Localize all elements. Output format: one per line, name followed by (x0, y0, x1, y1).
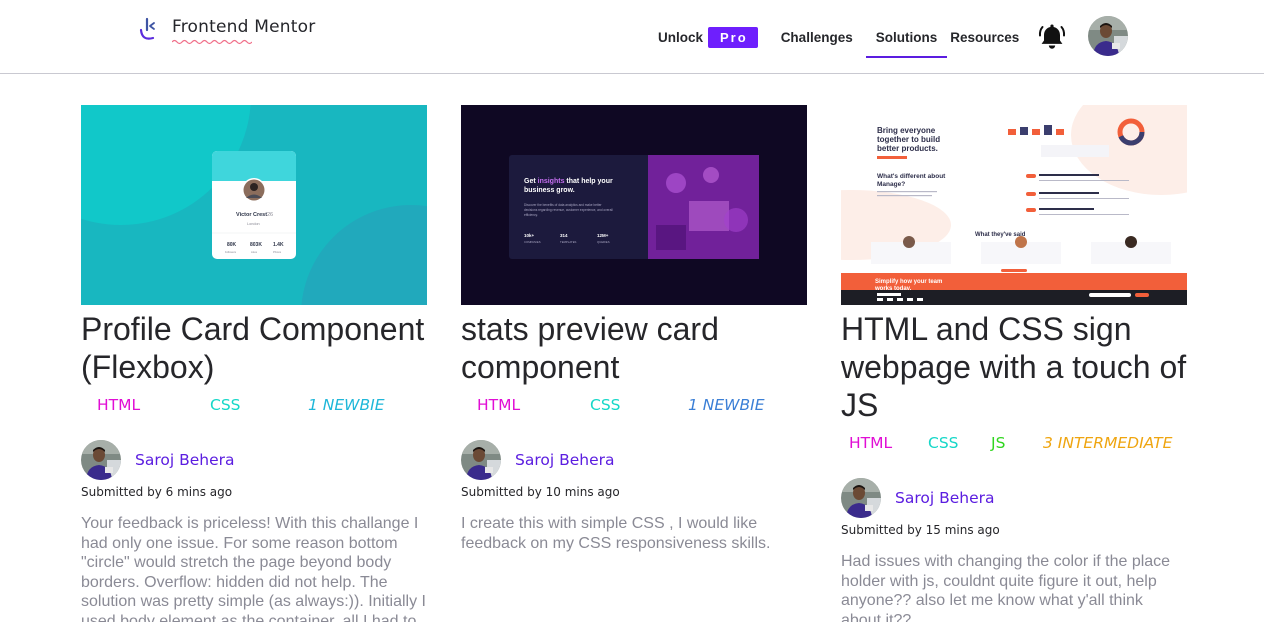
tag-html[interactable]: HTML (477, 396, 590, 414)
nav-solutions[interactable]: Solutions (865, 0, 948, 74)
svg-text:12M+: 12M+ (597, 233, 609, 238)
svg-text:Simplify how your team: Simplify how your team (875, 279, 942, 285)
nav-resources[interactable]: Resources (950, 0, 1019, 74)
difficulty-level-tag[interactable]: 3 INTERMEDIATE (1043, 434, 1172, 452)
tag-js[interactable]: JS (991, 434, 1043, 452)
svg-text:80K: 80K (227, 242, 237, 248)
solution-title[interactable]: HTML and CSS sign webpage with a touch o… (841, 310, 1187, 424)
frontend-mentor-logo[interactable]: Frontend Mentor (139, 15, 315, 45)
avatar-photo (841, 478, 881, 518)
solution-title[interactable]: Profile Card Component (Flexbox) (81, 310, 427, 386)
svg-text:together to build: together to build (877, 135, 940, 144)
tag-list: HTML CSS 1 NEWBIE (81, 386, 427, 424)
landing-page-preview: Bring everyone together to build better … (841, 105, 1187, 305)
author-row: Saroj Behera (81, 440, 427, 480)
pro-badge: Pro (708, 26, 758, 48)
svg-text:1.4K: 1.4K (273, 242, 284, 248)
svg-text:26: 26 (267, 212, 273, 218)
svg-text:business grow.: business grow. (524, 187, 575, 194)
difficulty-level-tag[interactable]: 1 NEWBIE (308, 396, 385, 414)
stats-card-preview: Get insights that help your business gro… (461, 105, 807, 305)
svg-text:Photos: Photos (273, 250, 282, 254)
tag-html[interactable]: HTML (849, 434, 928, 452)
svg-text:Likes: Likes (251, 250, 258, 254)
solution-title[interactable]: stats preview card component (461, 310, 807, 386)
author-avatar[interactable] (461, 440, 501, 480)
submitted-time: Submitted by 6 mins ago (81, 485, 233, 499)
bell-icon[interactable] (1037, 21, 1067, 51)
svg-text:better products.: better products. (877, 144, 938, 153)
avatar-photo (1088, 16, 1128, 56)
avatar-photo (81, 440, 121, 480)
author-row: Saroj Behera (841, 478, 1187, 518)
svg-text:decisions regarding revenue, c: decisions regarding revenue, customer ex… (524, 208, 613, 212)
solution-preview-image[interactable]: Victor Crest 26 London 80K 803K 1.4K Fol… (81, 105, 427, 305)
logo-icon (139, 17, 155, 40)
svg-text:Discover the benefits of data: Discover the benefits of data analytics … (524, 203, 603, 207)
svg-text:London: London (247, 222, 260, 226)
submitted-time: Submitted by 10 mins ago (461, 485, 620, 499)
user-avatar[interactable] (1088, 16, 1128, 56)
solution-description: Had issues with changing the color if th… (841, 553, 1171, 622)
svg-text:10k+: 10k+ (524, 233, 535, 238)
difficulty-level-tag[interactable]: 1 NEWBIE (688, 396, 765, 414)
svg-text:Bring everyone: Bring everyone (877, 126, 936, 135)
submitted-time: Submitted by 15 mins ago (841, 523, 1000, 537)
top-navigation-bar: Frontend Mentor Unlock Pro Challenges So… (0, 0, 1264, 74)
svg-text:803K: 803K (250, 242, 262, 248)
tag-list: HTML CSS 1 NEWBIE (461, 386, 807, 424)
tag-css[interactable]: CSS (590, 396, 688, 414)
author-avatar[interactable] (841, 478, 881, 518)
svg-text:Followers: Followers (225, 250, 237, 254)
svg-text:QUERIES: QUERIES (597, 240, 610, 244)
main-nav: Unlock Pro Challenges Solutions Resource… (648, 0, 1019, 74)
author-name-link[interactable]: Saroj Behera (895, 489, 995, 507)
logo-underline-decoration (172, 39, 252, 45)
svg-text:What's different about: What's different about (877, 173, 946, 180)
logo-text: Frontend Mentor (172, 17, 316, 37)
profile-card-preview: Victor Crest 26 London 80K 803K 1.4K Fol… (81, 105, 427, 305)
unlock-label: Unlock (658, 29, 704, 45)
author-avatar[interactable] (81, 440, 121, 480)
author-row: Saroj Behera (461, 440, 807, 480)
tag-css[interactable]: CSS (928, 434, 991, 452)
tag-css[interactable]: CSS (210, 396, 308, 414)
avatar-photo (461, 440, 501, 480)
solution-preview-image[interactable]: Bring everyone together to build better … (841, 105, 1187, 305)
nav-challenges[interactable]: Challenges (781, 0, 853, 74)
tag-html[interactable]: HTML (97, 396, 210, 414)
solution-card: Victor Crest 26 London 80K 803K 1.4K Fol… (81, 105, 427, 622)
svg-text:COMPANIES: COMPANIES (524, 240, 541, 244)
solution-description: I create this with simple CSS , I would … (461, 515, 771, 552)
tag-list: HTML CSS JS 3 INTERMEDIATE (841, 424, 1187, 462)
solution-preview-image[interactable]: Get insights that help your business gro… (461, 105, 807, 305)
svg-text:Victor Crest: Victor Crest (236, 212, 267, 218)
solution-description: Your feedback is priceless! With this ch… (81, 515, 426, 622)
svg-text:Manage?: Manage? (877, 181, 905, 188)
solution-card: Get insights that help your business gro… (461, 105, 807, 553)
solution-card: Bring everyone together to build better … (841, 105, 1187, 622)
svg-text:Get insights that help your: Get insights that help your (524, 178, 613, 185)
svg-text:efficiency.: efficiency. (524, 213, 538, 217)
svg-text:314: 314 (560, 233, 568, 238)
unlock-pro-link[interactable]: Unlock Pro (658, 0, 758, 74)
svg-text:TEMPLATES: TEMPLATES (560, 240, 577, 244)
author-name-link[interactable]: Saroj Behera (515, 451, 615, 469)
author-name-link[interactable]: Saroj Behera (135, 451, 235, 469)
